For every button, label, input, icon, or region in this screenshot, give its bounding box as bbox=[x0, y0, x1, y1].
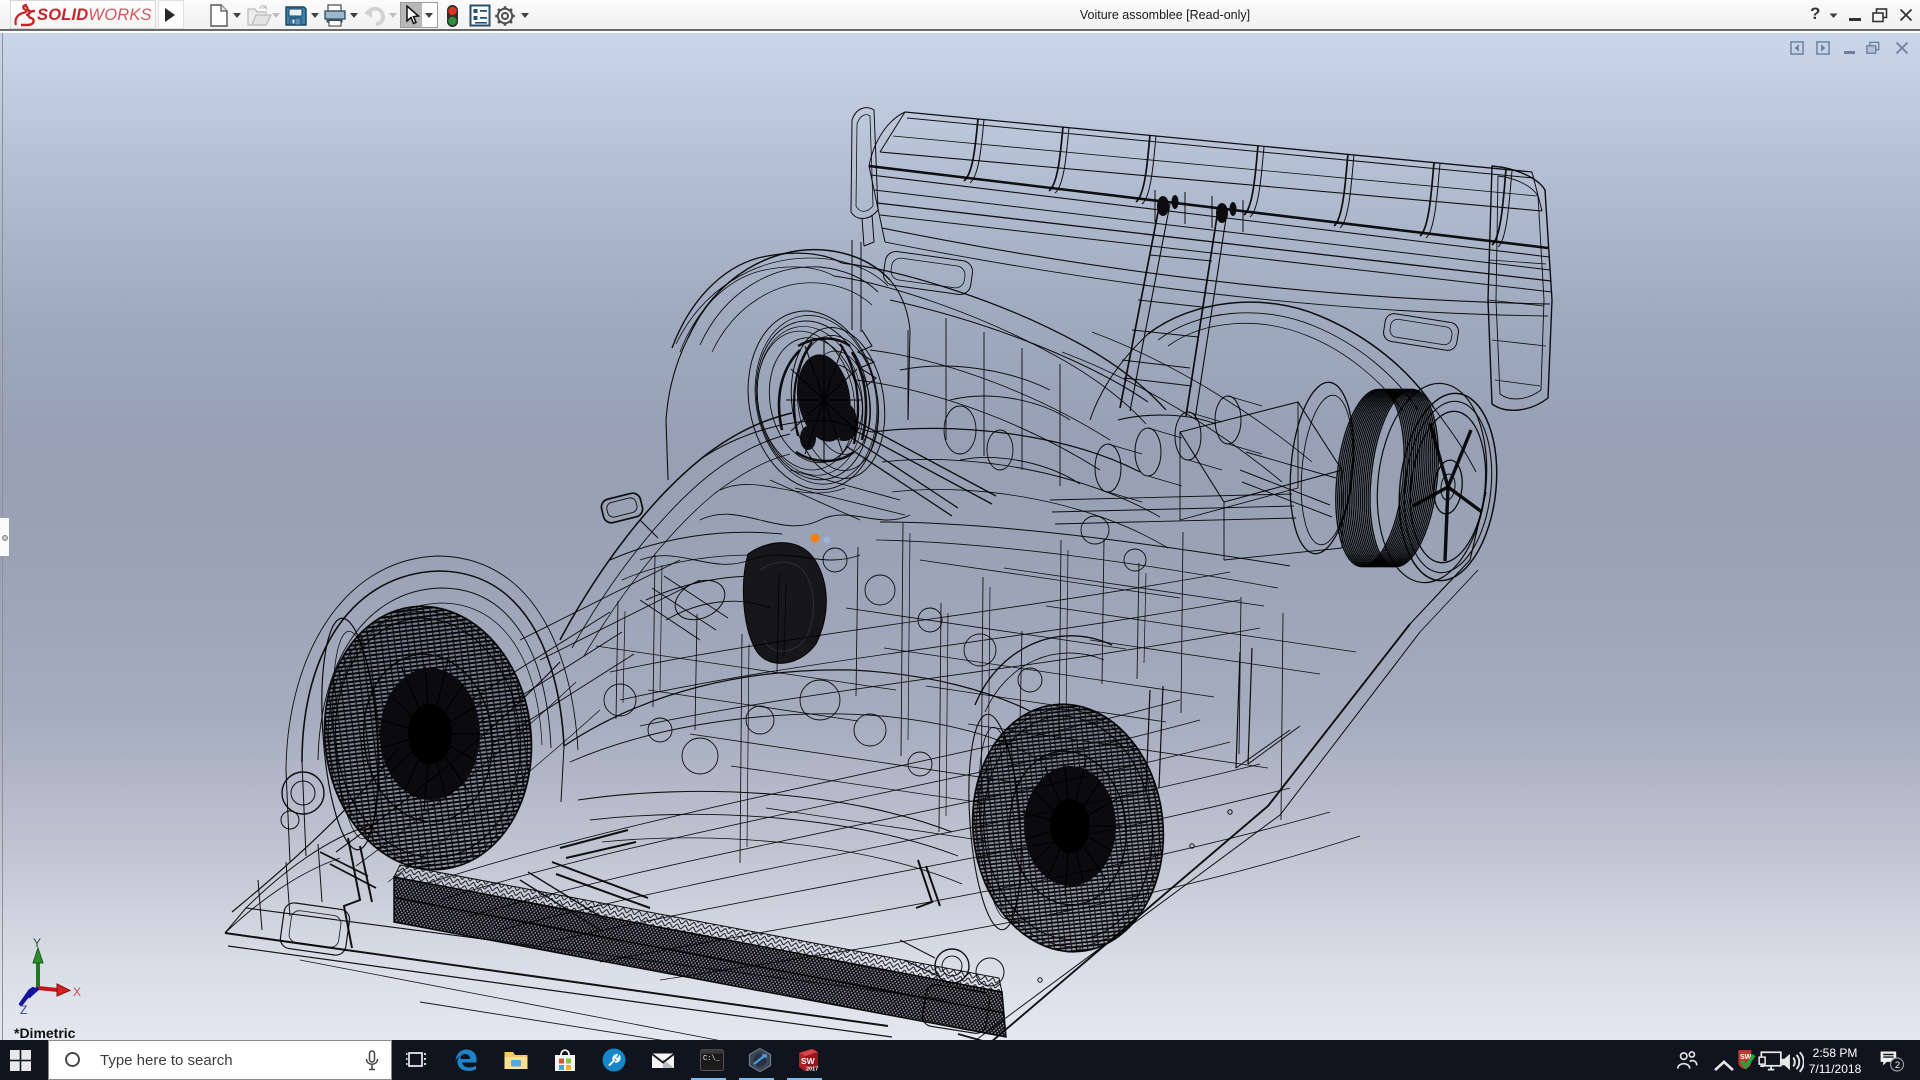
svg-text:2017: 2017 bbox=[806, 1067, 818, 1073]
svg-text:2: 2 bbox=[1895, 1060, 1900, 1071]
svg-text:C:\_: C:\_ bbox=[703, 1055, 721, 1063]
svg-text:Y: Y bbox=[33, 936, 41, 950]
svg-text:SW: SW bbox=[801, 1056, 816, 1066]
svg-text:Z: Z bbox=[20, 1003, 27, 1017]
svg-text:X: X bbox=[73, 985, 81, 999]
